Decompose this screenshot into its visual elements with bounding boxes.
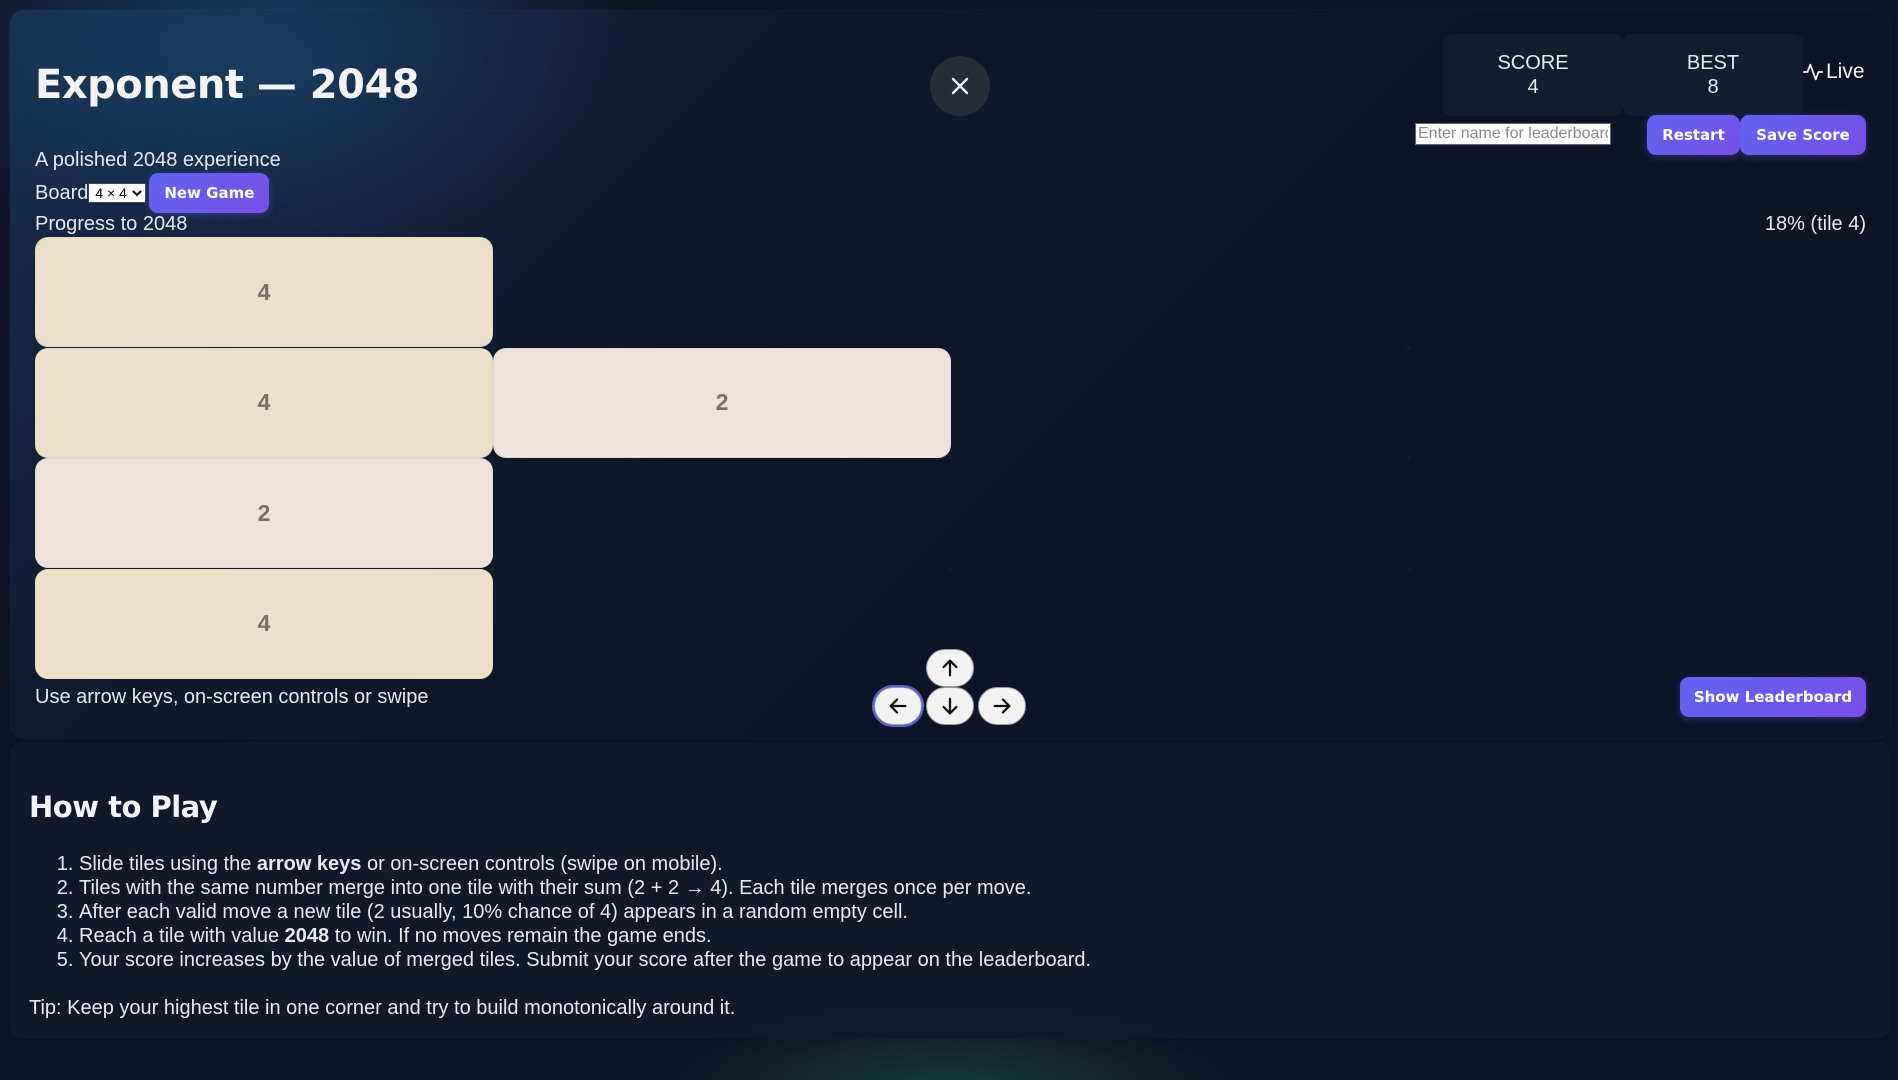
controls-hint: Use arrow keys, on-screen controls or sw…	[35, 686, 429, 708]
tile: 4	[35, 347, 493, 458]
how-to-step: Tiles with the same number merge into on…	[79, 876, 1091, 900]
game-board: + + + + + + + + +4 4 2 2 4	[35, 237, 1867, 679]
tile: 2	[35, 458, 493, 568]
how-to-step: After each valid move a new tile (2 usua…	[79, 900, 1091, 924]
live-label: Live	[1826, 60, 1865, 83]
cell-marker: +	[947, 340, 955, 355]
how-to-play-title: How to Play	[29, 790, 218, 824]
board-label: Board	[35, 181, 89, 204]
cell-marker: +	[947, 451, 955, 465]
progress-value: 18% (tile 4)	[1764, 213, 1866, 235]
score-value: 4	[1527, 76, 1539, 98]
how-to-step: Slide tiles using the arrow keys or on-s…	[79, 852, 1091, 876]
cell-marker: +	[1405, 561, 1413, 576]
best-label: BEST	[1686, 52, 1740, 74]
restart-button[interactable]: Restart	[1647, 115, 1740, 155]
move-left-button[interactable]	[872, 685, 924, 727]
save-score-button[interactable]: Save Score	[1740, 115, 1866, 155]
arrow-up-icon	[942, 659, 958, 677]
board-size-row: Board 4 × 4 New Game	[35, 173, 270, 213]
best-box: BEST 8	[1624, 35, 1802, 115]
tile: 4	[35, 237, 493, 347]
cell-marker: +	[947, 561, 955, 576]
how-to-step: Reach a tile with value 2048 to win. If …	[79, 924, 1091, 948]
board-size-select[interactable]: 4 × 4	[88, 183, 147, 203]
cell-marker: +	[489, 561, 497, 576]
arrow-right-icon	[993, 698, 1011, 714]
score-label: SCORE	[1497, 52, 1569, 74]
how-to-play-section: How to Play Slide tiles using the arrow …	[10, 742, 1890, 1038]
arrow-down-icon	[942, 697, 958, 715]
move-up-button[interactable]	[926, 649, 974, 687]
arrow-left-icon	[889, 698, 907, 714]
tile: 2	[493, 347, 951, 458]
subtitle: A polished 2048 experience	[35, 149, 281, 171]
tip-text: Tip: Keep your highest tile in one corne…	[29, 997, 736, 1019]
move-down-button[interactable]	[926, 687, 974, 725]
live-indicator: Live	[1802, 60, 1865, 84]
best-value: 8	[1707, 76, 1719, 98]
activity-icon	[1802, 63, 1824, 81]
new-game-button[interactable]: New Game	[149, 173, 270, 213]
score-box: SCORE 4	[1444, 35, 1622, 115]
how-to-step: Your score increases by the value of mer…	[79, 948, 1091, 972]
close-icon	[951, 77, 969, 95]
cell-marker: +	[1405, 451, 1413, 465]
cell-marker: +	[1405, 340, 1413, 355]
show-leaderboard-button[interactable]: Show Leaderboard	[1680, 677, 1866, 717]
leaderboard-name-input[interactable]	[1415, 123, 1611, 145]
move-right-button[interactable]	[978, 687, 1026, 725]
close-button[interactable]	[930, 56, 990, 116]
how-to-play-steps: Slide tiles using the arrow keys or on-s…	[29, 852, 1091, 972]
tile: 4	[35, 568, 493, 679]
page-title: Exponent — 2048	[35, 62, 420, 108]
progress-label: Progress to 2048	[35, 213, 188, 235]
